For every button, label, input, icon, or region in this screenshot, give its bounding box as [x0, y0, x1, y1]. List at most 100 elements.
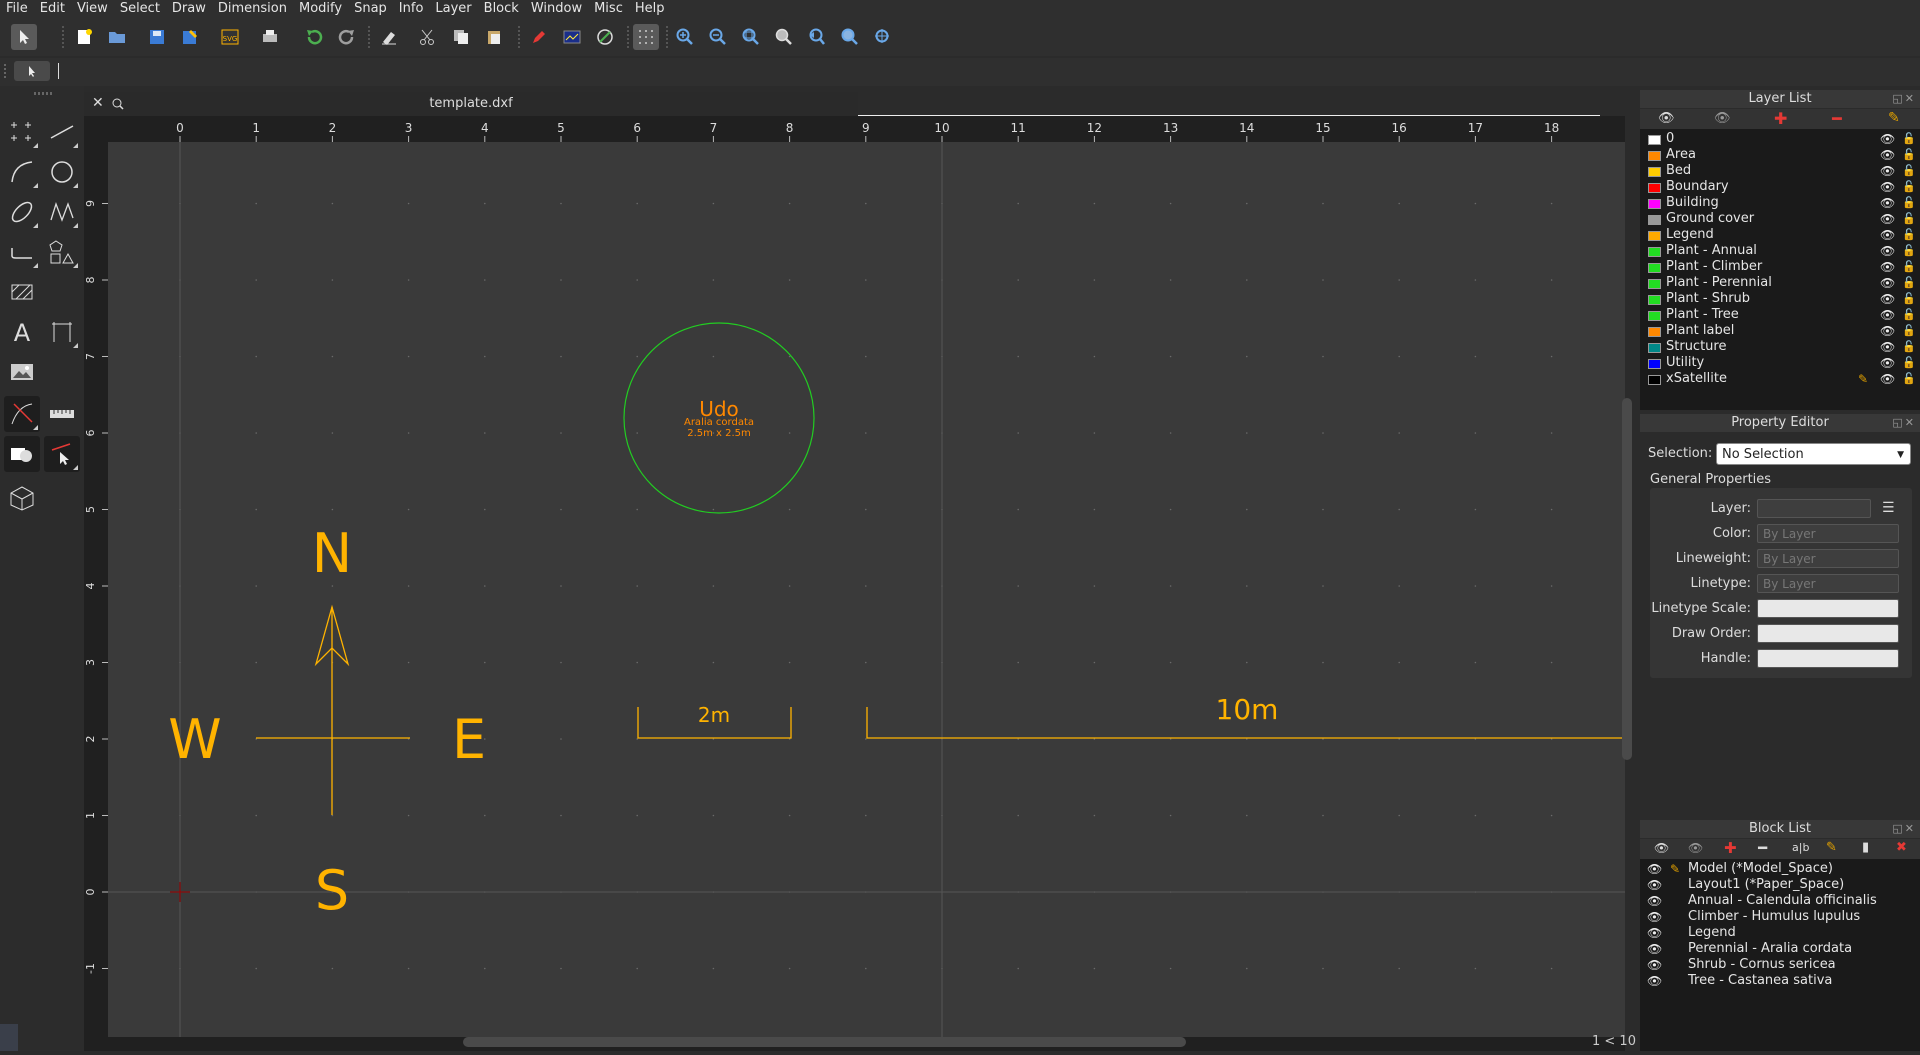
layer-visibility-icon[interactable]: 👁: [1880, 291, 1895, 307]
layer-lock-icon[interactable]: 🔓: [1902, 243, 1916, 259]
block-visibility-icon[interactable]: 👁: [1647, 861, 1662, 877]
layer-lock-icon[interactable]: 🔓: [1902, 211, 1916, 227]
block-row[interactable]: 👁 Legend: [1640, 925, 1920, 941]
block-visibility-icon[interactable]: 👁: [1647, 941, 1662, 957]
layer-row[interactable]: xSatellite 👁 🔓 ✎: [1640, 371, 1920, 387]
pen-icon[interactable]: [525, 24, 551, 50]
drawing-area[interactable]: 0 1 2 3 4 5 6 7 8 9 10 11 12 13 14 15 16 17 18 9876543210-…: [84, 116, 1625, 1051]
menu-snap[interactable]: Snap: [348, 0, 393, 18]
drawing-canvas[interactable]: 0 1 2 3 4 5 6 7 8 9 10 11 12 13 14 15 16 17 18 9876543210-…: [84, 116, 1625, 1051]
layer-visibility-icon[interactable]: 👁: [1880, 259, 1895, 275]
dimension-tool-icon[interactable]: [44, 314, 80, 350]
3d-view-icon[interactable]: [4, 480, 40, 516]
property-field[interactable]: [1757, 649, 1899, 668]
layer-lock-icon[interactable]: 🔓: [1902, 147, 1916, 163]
horizontal-scrollbar[interactable]: [463, 1037, 1186, 1047]
palette-handle[interactable]: [34, 92, 52, 95]
block-row[interactable]: 👁 ✎ Model (*Model_Space): [1640, 861, 1920, 877]
select-pointer-icon[interactable]: [11, 24, 37, 50]
property-field[interactable]: [1757, 624, 1899, 643]
hatch-tool-icon[interactable]: [4, 274, 40, 310]
layer-visibility-icon[interactable]: 👁: [1880, 227, 1895, 243]
text-tool-icon[interactable]: A: [4, 314, 40, 350]
layer-visibility-icon[interactable]: 👁: [1880, 163, 1895, 179]
select-mode-button[interactable]: [14, 61, 50, 81]
property-field[interactable]: By Layer: [1757, 524, 1899, 543]
layer-lock-icon[interactable]: 🔓: [1902, 275, 1916, 291]
zoom-window-icon[interactable]: [771, 24, 797, 50]
menu-view[interactable]: View: [71, 0, 114, 18]
remove-layer-icon[interactable]: ━: [1832, 109, 1842, 128]
layer-visibility-icon[interactable]: 👁: [1880, 179, 1895, 195]
save-icon[interactable]: [144, 24, 170, 50]
vertical-scrollbar[interactable]: [1622, 398, 1632, 760]
layer-visibility-icon[interactable]: 👁: [1880, 371, 1895, 387]
snap-circle-icon[interactable]: [592, 24, 618, 50]
zoom-in-icon[interactable]: [672, 24, 698, 50]
block-visibility-icon[interactable]: 👁: [1647, 893, 1662, 909]
layer-row[interactable]: Plant - Perennial 👁 🔓: [1640, 275, 1920, 291]
spline-tool-icon[interactable]: [44, 194, 80, 230]
block-visibility-icon[interactable]: 👁: [1647, 925, 1662, 941]
open-folder-icon[interactable]: [104, 24, 130, 50]
arc-tool-icon[interactable]: [4, 154, 40, 190]
block-row[interactable]: 👁 Tree - Castanea sativa: [1640, 973, 1920, 989]
ellipse-tool-icon[interactable]: [4, 194, 40, 230]
zoom-previous-icon[interactable]: [804, 24, 830, 50]
modify-tool-icon[interactable]: [4, 396, 40, 432]
menu-draw[interactable]: Draw: [166, 0, 212, 18]
menu-help[interactable]: Help: [629, 0, 671, 18]
layer-lock-icon[interactable]: 🔓: [1902, 227, 1916, 243]
cut-icon[interactable]: [414, 24, 440, 50]
selection-dropdown[interactable]: No Selection ▼: [1716, 443, 1911, 465]
document-tab[interactable]: ✕ template.dxf: [84, 92, 858, 117]
menu-layer[interactable]: Layer: [429, 0, 477, 18]
layer-edit-icon[interactable]: ✎: [1858, 371, 1868, 387]
layer-visibility-icon[interactable]: 👁: [1880, 307, 1895, 323]
show-all-blocks-icon[interactable]: 👁: [1654, 841, 1669, 855]
dock-float-close-icon[interactable]: ◱✕: [1892, 414, 1916, 432]
block-row[interactable]: 👁 Shrub - Cornus sericea: [1640, 957, 1920, 973]
layer-row[interactable]: Plant label 👁 🔓: [1640, 323, 1920, 339]
layer-row[interactable]: Boundary 👁 🔓: [1640, 179, 1920, 195]
block-visibility-icon[interactable]: 👁: [1647, 877, 1662, 893]
layer-visibility-icon[interactable]: 👁: [1880, 339, 1895, 355]
zoom-auto-icon[interactable]: [738, 24, 764, 50]
delete-block-icon[interactable]: ✖: [1896, 840, 1907, 855]
show-all-layers-icon[interactable]: 👁: [1658, 111, 1675, 126]
layer-lock-icon[interactable]: 🔓: [1902, 339, 1916, 355]
layer-visibility-icon[interactable]: 👁: [1880, 323, 1895, 339]
menu-file[interactable]: File: [0, 0, 34, 18]
point-tool-icon[interactable]: [4, 114, 40, 150]
edit-block-icon[interactable]: ✎: [1826, 840, 1837, 855]
property-field[interactable]: [1757, 499, 1871, 518]
export-svg-icon[interactable]: SVG: [217, 24, 243, 50]
zoom-out-icon[interactable]: [705, 24, 731, 50]
toolbar-handle[interactable]: [4, 64, 6, 80]
new-document-icon[interactable]: [71, 24, 97, 50]
layer-lock-icon[interactable]: 🔓: [1902, 291, 1916, 307]
layer-row[interactable]: Plant - Shrub 👁 🔓: [1640, 291, 1920, 307]
line-tool-icon[interactable]: [44, 114, 80, 150]
menu-block[interactable]: Block: [478, 0, 525, 18]
paste-icon[interactable]: [481, 24, 507, 50]
plant-size-label[interactable]: 2.5m x 2.5m: [687, 428, 751, 439]
polyline-tool-icon[interactable]: [4, 234, 40, 270]
menu-dimension[interactable]: Dimension: [212, 0, 293, 18]
layer-visibility-icon[interactable]: 👁: [1880, 131, 1895, 147]
layer-row[interactable]: Plant - Climber 👁 🔓: [1640, 259, 1920, 275]
layer-visibility-icon[interactable]: 👁: [1880, 275, 1895, 291]
layer-lock-icon[interactable]: 🔓: [1902, 259, 1916, 275]
layer-lock-icon[interactable]: 🔓: [1902, 195, 1916, 211]
layer-visibility-icon[interactable]: 👁: [1880, 211, 1895, 227]
block-visibility-icon[interactable]: 👁: [1647, 909, 1662, 925]
measure-tool-icon[interactable]: [44, 396, 80, 432]
remove-block-icon[interactable]: ━: [1758, 839, 1767, 857]
layer-lock-icon[interactable]: 🔓: [1902, 371, 1916, 387]
rename-block-icon[interactable]: a|b: [1792, 841, 1809, 854]
redo-icon[interactable]: [334, 24, 360, 50]
menu-info[interactable]: Info: [393, 0, 430, 18]
undo-icon[interactable]: [301, 24, 327, 50]
grid-icon[interactable]: [633, 24, 659, 50]
image-tool-icon[interactable]: [4, 354, 40, 390]
